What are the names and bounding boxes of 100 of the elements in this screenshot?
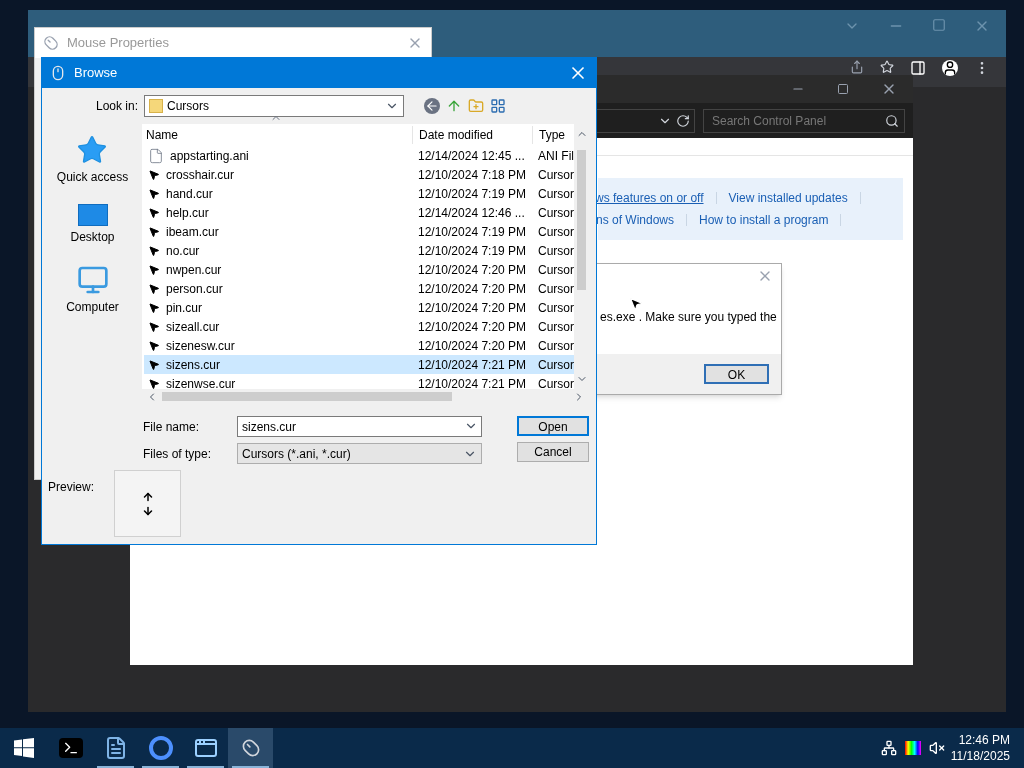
taskbar-app[interactable] [228,728,273,768]
file-name: sizenesw.cur [166,337,235,355]
windows-logo-icon [14,738,34,758]
file-type: Cursor [537,318,574,336]
cursor-icon [148,320,160,333]
file-type-label: Files of type: [143,445,213,463]
file-name: person.cur [166,280,223,298]
cursor-icon [148,244,160,257]
file-row[interactable]: sizenesw.cur 12/10/2024 7:20 PM Cursor [144,336,574,355]
file-type: Cursor [537,185,574,203]
column-header[interactable]: Name [142,126,412,144]
mouse-icon [50,65,66,81]
cursor-icon [148,301,160,314]
file-row[interactable]: nwpen.cur 12/10/2024 7:20 PM Cursor [144,260,574,279]
cancel-button[interactable]: Cancel [517,442,589,462]
place-item[interactable]: Desktop [70,204,115,246]
color-icon[interactable] [904,741,921,755]
file-type: Cursor [537,204,574,222]
share-icon[interactable] [850,60,864,74]
file-row[interactable]: sizens.cur 12/10/2024 7:21 PM Cursor [144,355,574,374]
file-type: Cursor [537,166,574,184]
place-item[interactable]: Quick access [56,134,129,186]
look-in-label: Look in: [96,98,139,115]
file-type-dropdown[interactable]: Cursors (*.ani, *.cur) [237,443,482,464]
clock[interactable]: 12:46 PM 11/18/2025 [950,732,1024,764]
file-type: Cursor [537,223,574,241]
muted-volume-icon[interactable] [928,740,945,756]
file-type: Cursor [537,242,574,260]
file-type: Cursor [537,356,574,374]
open-button[interactable]: Open [517,416,589,436]
file-type: Cursor [537,261,574,279]
file-row[interactable]: person.cur 12/10/2024 7:20 PM Cursor [144,279,574,298]
file-row[interactable]: ibeam.cur 12/10/2024 7:19 PM Cursor [144,222,574,241]
file-type: Cursor [537,375,574,389]
look-in-dropdown[interactable]: Cursors [144,95,405,117]
arrow-down-icon [141,504,154,517]
file-date: 12/10/2024 7:19 PM [417,242,528,260]
file-type: Cursor [537,299,574,317]
cursor-icon [148,168,160,181]
column-header[interactable]: Date modified [412,126,532,144]
desktop-icon [77,204,108,226]
file-name-label: File name: [143,418,201,436]
cursor-icon [148,206,160,219]
place-item[interactable]: Computer [66,264,119,316]
file-row[interactable]: appstarting.ani 12/14/2024 12:45 ... ANI Fil [144,146,574,165]
file-name: sizenwse.cur [166,375,236,389]
back-icon[interactable] [424,98,441,114]
ok-button[interactable]: OK [704,364,769,384]
view-menu-icon[interactable] [490,98,507,114]
file-date: 12/10/2024 7:20 PM [417,337,528,355]
file-date: 12/10/2024 7:20 PM [417,280,528,298]
clock-date: 11/18/2025 [950,748,1010,764]
file-date: 12/10/2024 7:20 PM [417,299,528,317]
file-name: ibeam.cur [166,223,219,241]
cursor-icon [148,187,160,200]
error-message: es.exe . Make sure you typed the [600,310,777,324]
cursor-icon [148,358,160,371]
bookmark-star-icon[interactable] [880,60,894,74]
file-name-field[interactable]: sizens.cur [237,416,482,437]
file-row[interactable]: hand.cur 12/10/2024 7:19 PM Cursor [144,184,574,203]
side-panel-icon[interactable] [910,60,926,76]
arrow-up-icon [141,490,154,503]
computer-icon [76,264,109,296]
file-name: hand.cur [166,185,213,203]
file-row[interactable]: pin.cur 12/10/2024 7:20 PM Cursor [144,298,574,317]
browser-icon [148,736,173,760]
terminal-icon [58,738,83,758]
search-field[interactable]: Search Control Panel [703,108,905,133]
file-date: 12/10/2024 7:19 PM [417,185,528,203]
file-row[interactable]: sizeall.cur 12/10/2024 7:20 PM Cursor [144,317,574,336]
file-name: pin.cur [166,299,203,317]
file-name: crosshair.cur [166,166,235,184]
link[interactable]: ns of Windows [596,211,675,229]
file-date: 12/10/2024 7:21 PM [417,375,528,389]
profile-icon[interactable] [942,60,958,76]
cursor-icon [148,377,160,389]
file-type: Cursor [537,280,574,298]
file-date: 12/10/2024 7:20 PM [417,318,528,336]
file-type: Cursor [537,337,574,355]
file-row[interactable]: no.cur 12/10/2024 7:19 PM Cursor [144,241,574,260]
refresh-icon[interactable] [676,113,690,128]
file-row[interactable]: help.cur 12/14/2024 12:46 ... Cursor [144,203,574,222]
preview-label: Preview: [48,479,94,496]
link[interactable]: How to install a program [699,211,829,229]
search-icon [885,113,899,128]
file-date: 12/10/2024 7:21 PM [417,356,528,374]
file-date: 12/10/2024 7:20 PM [417,261,528,279]
file-name: nwpen.cur [166,261,222,279]
folder-icon [149,99,164,113]
network-icon[interactable] [880,740,897,756]
cursor-icon [148,225,160,238]
control-panel-icon [193,736,218,760]
file-row[interactable]: crosshair.cur 12/10/2024 7:18 PM Cursor [144,165,574,184]
file-icon [148,147,164,164]
maximize-icon[interactable] [837,83,849,95]
link[interactable]: View installed updates [728,189,848,207]
file-name: help.cur [166,204,209,222]
file-row[interactable]: sizenwse.cur 12/10/2024 7:21 PM Cursor [144,374,574,389]
star-icon [76,134,109,166]
file-name: no.cur [166,242,200,260]
